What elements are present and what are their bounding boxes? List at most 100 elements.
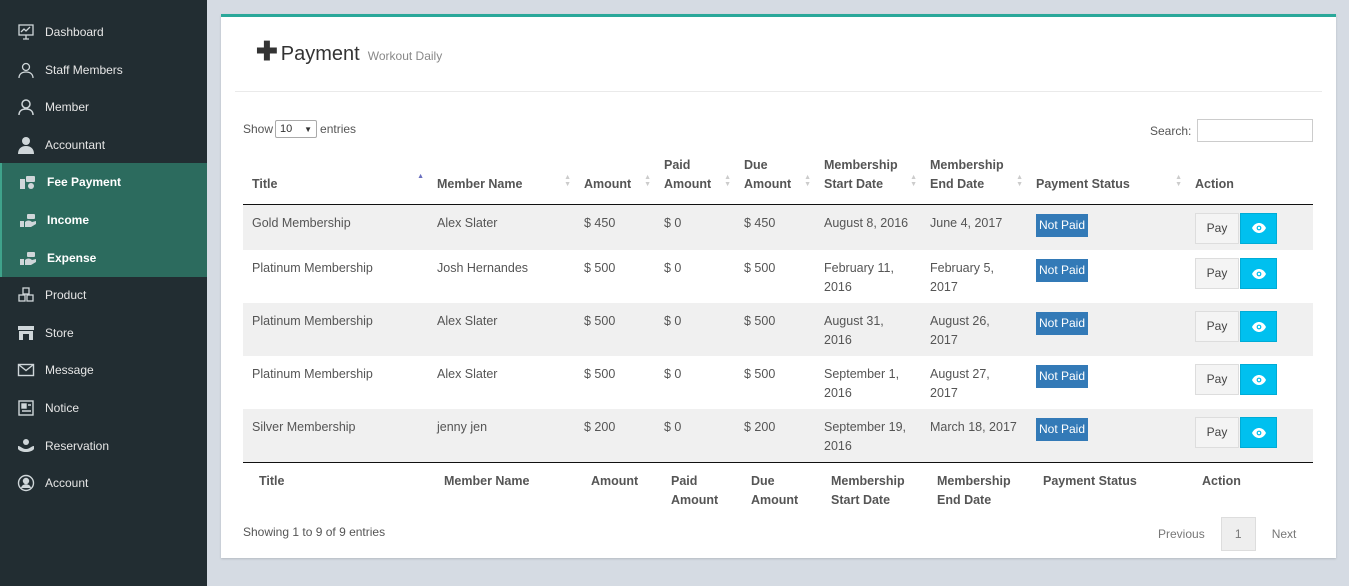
sort-asc-icon: ▲ — [417, 172, 424, 180]
cell-status: Not Paid — [1027, 250, 1186, 303]
search-label: Search: — [1150, 123, 1192, 138]
cell-end-date: February 5, 2017 — [930, 261, 994, 294]
view-button[interactable] — [1240, 212, 1277, 244]
cell-paid: $ 0 — [664, 215, 682, 230]
pay-button[interactable]: Pay — [1195, 258, 1239, 289]
cell-amount: $ 500 — [584, 261, 616, 275]
pay-button[interactable]: Pay — [1195, 417, 1239, 448]
sort-icon: ▲ ▼ — [644, 173, 651, 188]
pay-button[interactable]: Pay — [1195, 212, 1239, 244]
sidebar-item-expense[interactable]: Expense — [0, 239, 207, 277]
search-control: Search: — [1150, 119, 1314, 142]
member-icon — [17, 98, 35, 116]
view-button[interactable] — [1240, 311, 1277, 342]
sidebar-item-member[interactable]: Member — [0, 88, 207, 126]
col-title-header[interactable]: Title ▲ — [243, 150, 428, 205]
pay-button[interactable]: Pay — [1195, 364, 1239, 395]
foot-amount: Amount — [575, 461, 655, 522]
sidebar-item-label: Income — [47, 213, 90, 227]
cell-paid: $ 0 — [664, 420, 682, 434]
accountant-icon — [17, 136, 35, 154]
entries-select[interactable]: 10 ▼ — [275, 120, 318, 138]
cell-member: Alex Slater — [437, 215, 498, 230]
next-button[interactable]: Next — [1260, 517, 1309, 551]
col-start-header[interactable]: Membership Start Date ▲ ▼ — [815, 150, 921, 205]
sidebar-item-label: Notice — [45, 401, 80, 415]
page-1-button[interactable]: 1 — [1220, 517, 1256, 551]
reservation-icon — [17, 437, 35, 455]
divider — [235, 91, 1322, 92]
col-action-header: Action — [1186, 150, 1313, 205]
col-due-header[interactable]: Due Amount ▲ ▼ — [735, 150, 815, 205]
dashboard-icon — [17, 23, 35, 41]
sidebar-item-accountant[interactable]: Accountant — [0, 126, 207, 164]
cell-title: Platinum Membership — [252, 367, 373, 381]
payment-table: Title ▲ Member Name ▲ ▼ Amount ▲ ▼ Paid Amoun… — [243, 150, 1313, 522]
col-member-header[interactable]: Member Name ▲ ▼ — [428, 150, 575, 205]
sidebar-item-notice[interactable]: Notice — [0, 389, 207, 427]
sort-icon: ▲ ▼ — [724, 173, 731, 188]
entries-select-value: 10 — [280, 123, 293, 135]
sort-icon: ▲ ▼ — [1016, 173, 1023, 188]
cell-start-date: September 19, 2016 — [824, 420, 906, 453]
cell-amount: $ 500 — [584, 314, 616, 328]
sidebar-item-product[interactable]: Product — [0, 276, 207, 314]
foot-status: Payment Status — [1027, 461, 1186, 522]
pay-button[interactable]: Pay — [1195, 311, 1239, 342]
sidebar-item-label: Staff Members — [45, 63, 123, 77]
sidebar-item-income[interactable]: Income — [0, 201, 207, 239]
sidebar-item-staff-members[interactable]: Staff Members — [0, 51, 207, 89]
cell-paid: $ 0 — [664, 261, 682, 275]
cell-amount: $ 500 — [584, 367, 616, 381]
view-button[interactable] — [1240, 364, 1277, 395]
sidebar-item-label: Store — [45, 326, 74, 340]
income-icon — [19, 211, 37, 229]
cell-paid: $ 0 — [664, 367, 682, 381]
entries-label: entries — [320, 122, 357, 136]
sidebar-item-reservation[interactable]: Reservation — [0, 427, 207, 465]
eye-icon — [1251, 321, 1266, 332]
sidebar-item-message[interactable]: Message — [0, 351, 207, 389]
col-amount-header[interactable]: Amount ▲ ▼ — [575, 150, 655, 205]
staff-icon — [17, 61, 35, 79]
chevron-down-icon: ▼ — [304, 124, 313, 134]
table-row: Silver Membership jenny jen $ 200 $ 0 $ … — [243, 409, 1313, 462]
sidebar-item-label: Fee Payment — [47, 175, 122, 189]
sidebar-item-store[interactable]: Store — [0, 314, 207, 352]
previous-button[interactable]: Previous — [1146, 517, 1217, 551]
cell-member: Alex Slater — [437, 314, 498, 328]
cell-end-date: August 27, 2017 — [930, 367, 990, 400]
foot-due: Due Amount — [735, 461, 815, 522]
cell-due: $ 500 — [744, 367, 776, 381]
search-input[interactable] — [1197, 119, 1314, 142]
view-button[interactable] — [1240, 417, 1277, 448]
cell-start-date: August 31, 2016 — [824, 314, 884, 347]
cell-end-date: June 4, 2017 — [930, 215, 1003, 230]
cell-due: $ 200 — [744, 420, 776, 434]
cell-status: Not Paid — [1027, 409, 1186, 462]
col-end-header[interactable]: Membership End Date ▲ ▼ — [921, 150, 1027, 205]
entries-length-control: Show 10 ▼ entries — [243, 120, 356, 138]
table-row: Gold Membership Alex Slater $ 450 $ 0 $ … — [243, 204, 1313, 250]
sidebar-item-label: Expense — [47, 251, 97, 265]
cell-start-date: August 8, 2016 — [824, 215, 909, 230]
cell-amount: $ 450 — [584, 215, 616, 230]
cell-member: Josh Hernandes — [437, 261, 529, 275]
sidebar-item-account[interactable]: Account — [0, 464, 207, 502]
cell-due: $ 500 — [744, 314, 776, 328]
sidebar-item-fee-payment[interactable]: Fee Payment — [0, 163, 207, 201]
sidebar-item-dashboard[interactable]: Dashboard — [0, 13, 207, 51]
sidebar-item-label: Product — [45, 288, 87, 302]
col-status-header[interactable]: Payment Status ▲ ▼ — [1027, 150, 1186, 205]
cell-actions: Pay — [1186, 250, 1313, 303]
sidebar-item-label: Accountant — [45, 138, 106, 152]
col-paid-header[interactable]: Paid Amount ▲ ▼ — [655, 150, 735, 205]
foot-end: Membership End Date — [921, 461, 1027, 522]
cell-status: Not Paid — [1027, 204, 1186, 250]
status-badge: Not Paid — [1036, 213, 1089, 237]
view-button[interactable] — [1240, 258, 1277, 289]
payment-panel: ✚ Payment Workout Daily Show 10 ▼ entrie… — [221, 14, 1336, 558]
cell-actions: Pay — [1186, 409, 1313, 462]
eye-icon — [1251, 374, 1266, 385]
page-title-text: Payment — [280, 43, 360, 65]
